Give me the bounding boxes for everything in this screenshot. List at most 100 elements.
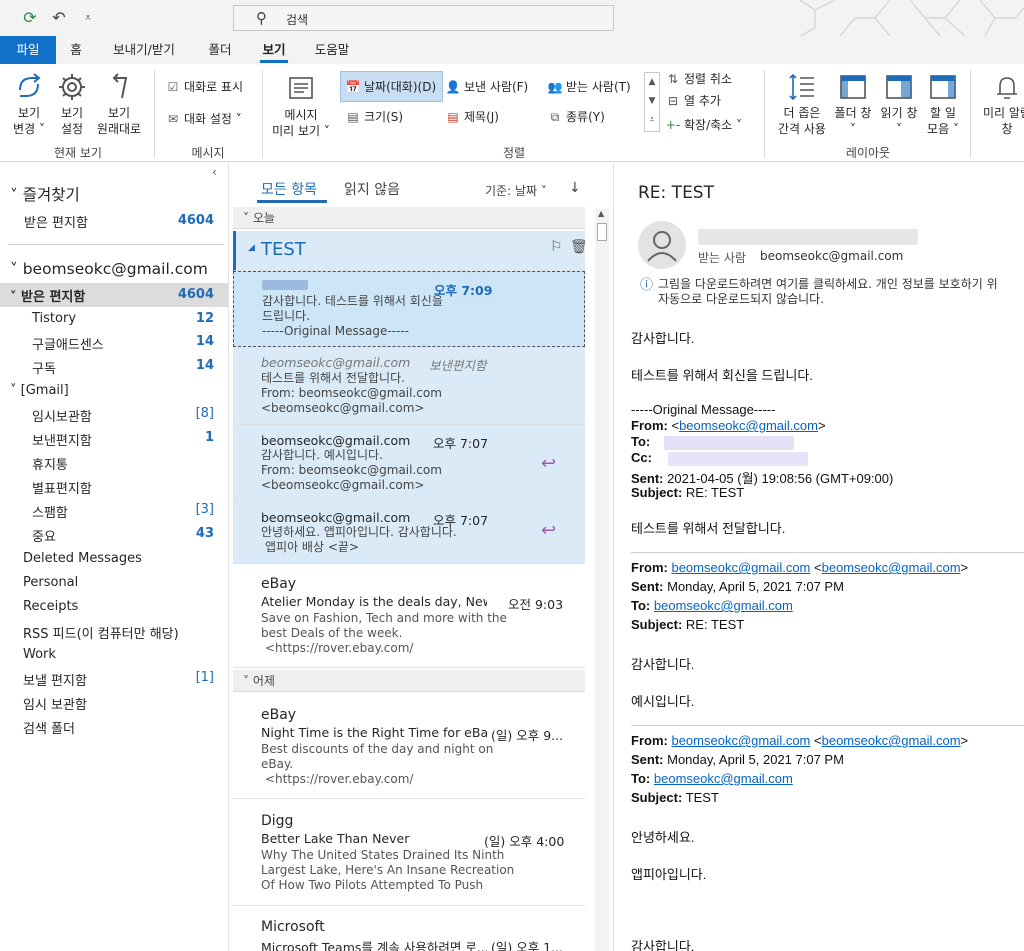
customize-dropdown-icon[interactable]: ⩡ — [77, 7, 99, 29]
message-item[interactable]: beomseokc@gmail.com 오후 7:07 안녕하세요. 앱피아입니… — [233, 502, 585, 564]
tab-file[interactable]: 파일 — [0, 36, 56, 64]
message-item[interactable]: Digg Better Lake Than Never (일) 오후 4:00 … — [233, 799, 585, 906]
message-item[interactable]: beomseokc@gmail.com 오후 7:07 감사합니다. 예시입니다… — [233, 425, 585, 502]
expand-collapse-button[interactable]: +- 확장/축소 ˅ — [664, 114, 742, 136]
message-item[interactable]: Microsoft Microsoft Teams를 계속 사용하려면 로...… — [233, 906, 585, 951]
group-header-today[interactable]: ˅ 오늘 — [233, 207, 585, 229]
message-item[interactable]: 오후 7:09 감사합니다. 테스트를 위해서 회신을 드립니다. -----O… — [233, 271, 585, 347]
account-header[interactable]: ˅ beomseokc@gmail.com — [10, 260, 208, 278]
reverse-sort-button[interactable]: ⇅ 정렬 취소 — [664, 68, 732, 90]
size-icon: ▤ — [347, 110, 359, 124]
message-item[interactable]: eBay Night Time is the Right Time for eB… — [233, 693, 585, 799]
tab-view[interactable]: 보기 — [256, 36, 292, 64]
folder-personal[interactable]: Personal — [23, 575, 78, 590]
undo-icon[interactable]: ↶ — [48, 7, 70, 29]
sync-icon[interactable]: ⟳ — [19, 7, 41, 29]
arrange-type-button[interactable]: ⧉ 종류(Y) — [546, 106, 605, 128]
folder-count: 43 — [195, 526, 214, 541]
conversation-expand-icon: ◢ — [248, 243, 255, 253]
bell-icon — [997, 77, 1017, 99]
folder-deleted-messages[interactable]: Deleted Messages — [23, 551, 142, 566]
email-link[interactable]: beomseokc@gmail.com — [671, 733, 810, 748]
message-list-scrollbar[interactable]: ▲ — [595, 209, 609, 951]
arrange-size-button[interactable]: ▤ 크기(S) — [344, 106, 403, 128]
message-item[interactable]: beomseokc@gmail.com 보낸편지함 테스트를 위해서 전달합니다… — [233, 347, 585, 425]
arrange-from-button[interactable]: 👤 보낸 사람(F) — [444, 76, 529, 98]
message-item[interactable]: eBay Atelier Monday is the deals day, Ne… — [233, 564, 585, 668]
email-link[interactable]: beomseokc@gmail.com — [654, 598, 793, 613]
folder-trash[interactable]: 휴지통 — [32, 454, 68, 473]
body-text: 앱피아입니다. — [631, 867, 707, 882]
sort-dropdown[interactable]: 기준: 날짜 ˅ — [485, 182, 547, 199]
message-time: (일) 오후 1... — [491, 940, 564, 951]
tab-home[interactable]: 홈 — [64, 36, 88, 64]
arrange-subject-button[interactable]: ▤ 제목(J) — [444, 106, 499, 128]
folder-subscriptions[interactable]: 구독 — [32, 358, 56, 377]
tab-folder[interactable]: 폴더 — [202, 36, 238, 64]
folder-receipts[interactable]: Receipts — [23, 599, 78, 614]
message-preview-line: -----Original Message----- — [262, 324, 409, 338]
folder-gmail[interactable]: ˅ [Gmail] — [10, 383, 69, 398]
email-link[interactable]: beomseokc@gmail.com — [822, 560, 961, 575]
arrange-date-button[interactable]: 📅 날짜(대화)(D) — [344, 76, 437, 98]
show-as-conversations-checkbox[interactable]: ☑ 대화로 표시 — [164, 76, 243, 98]
tab-help[interactable]: 도움말 — [308, 36, 356, 64]
folder-work[interactable]: Work — [23, 647, 56, 662]
search-box[interactable]: ⚲ 검색 — [233, 5, 614, 31]
redacted-sender — [262, 280, 308, 290]
compact-spacing-button[interactable]: 더 좁은 간격 사용 — [770, 72, 834, 137]
reset-view-button[interactable]: 보기 원래대로 — [92, 72, 146, 137]
message-preview-button[interactable]: 메시지 미리 보기 ˅ — [268, 74, 334, 139]
flag-icon[interactable]: ⚐ — [550, 239, 563, 255]
todo-bar-button[interactable]: 할 일 모음 ˅ — [920, 72, 966, 137]
conversation-header[interactable]: ◢ TEST ⚐ 🗑 — [233, 231, 585, 271]
change-view-button[interactable]: 보기 변경 ˅ — [6, 72, 52, 137]
folder-outbox[interactable]: 보낼 편지함 — [23, 670, 87, 689]
sort-icon: ⇅ — [667, 72, 679, 86]
email-link[interactable]: beomseokc@gmail.com — [822, 733, 961, 748]
message-preview-line: From: beomseokc@gmail.com — [261, 463, 442, 477]
tab-send-receive[interactable]: 보내기/받기 — [104, 36, 184, 64]
sort-direction-icon[interactable]: ↓ — [569, 180, 581, 196]
email-link[interactable]: beomseokc@gmail.com — [654, 771, 793, 786]
folder-adsense[interactable]: 구글애드센스 — [32, 334, 104, 353]
message-from: beomseokc@gmail.com — [261, 510, 411, 525]
add-columns-button[interactable]: ⊟ 열 추가 — [664, 90, 721, 112]
header-subject: Subject: RE: TEST — [631, 485, 745, 500]
arrangement-gallery-scroll[interactable]: ▲ ▼ ⩡ — [644, 72, 660, 132]
arrange-to-button[interactable]: 👥 받는 사람(T) — [546, 76, 631, 98]
filter-unread[interactable]: 읽지 않음 — [344, 179, 400, 199]
email-link[interactable]: beomseokc@gmail.com — [679, 418, 818, 433]
email-link[interactable]: beomseokc@gmail.com — [671, 560, 810, 575]
chevron-down-icon: ˅ — [10, 383, 21, 398]
folder-starred[interactable]: 별표편지함 — [32, 478, 92, 497]
conversation-settings-button[interactable]: ✉ 대화 설정 ˅ — [164, 108, 242, 130]
delete-icon[interactable]: 🗑 — [570, 239, 585, 255]
favorites-header[interactable]: ˅ 즐겨찾기 — [10, 183, 80, 205]
download-pictures-notice: 자동으로 다운로드되지 않습니다. — [658, 292, 825, 306]
group-separator — [154, 70, 155, 158]
info-icon: ⓘ — [640, 278, 654, 293]
to-value[interactable]: beomseokc@gmail.com — [760, 249, 903, 263]
folder-inbox[interactable]: ˅ 받은 편지함 — [10, 286, 85, 305]
view-settings-button[interactable]: 보기 설정 — [52, 72, 92, 137]
folder-drafts[interactable]: 임시보관함 — [32, 406, 92, 425]
avatar — [638, 221, 686, 269]
scrollbar-thumb[interactable] — [597, 223, 607, 241]
folder-search-folders[interactable]: 검색 폴더 — [23, 718, 75, 737]
filter-all[interactable]: 모든 항목 — [261, 179, 317, 199]
folder-spam[interactable]: 스팸함 — [32, 502, 68, 521]
reading-pane-button[interactable]: 읽기 창 ˅ — [876, 72, 922, 137]
folder-pane-button[interactable]: 폴더 창 ˅ — [830, 72, 876, 137]
reminders-window-button[interactable]: 미리 알림 창 — [976, 72, 1024, 137]
collapse-pane-icon[interactable]: ‹ — [212, 165, 217, 179]
scroll-up-icon[interactable]: ▲ — [598, 209, 604, 218]
group-header-yesterday[interactable]: ˅ 어제 — [233, 670, 585, 692]
title-bar: ⟳ ↶ ⩡ ⚲ 검색 — [0, 0, 1024, 36]
message-from: Microsoft — [261, 919, 325, 935]
folder-important[interactable]: 중요 — [32, 526, 56, 545]
folder-sent[interactable]: 보낸편지함 — [32, 430, 92, 449]
folder-rss[interactable]: RSS 피드(이 컴퓨터만 해당) — [23, 623, 179, 642]
folder-tistory[interactable]: Tistory — [32, 311, 76, 326]
folder-temp[interactable]: 임시 보관함 — [23, 694, 87, 713]
